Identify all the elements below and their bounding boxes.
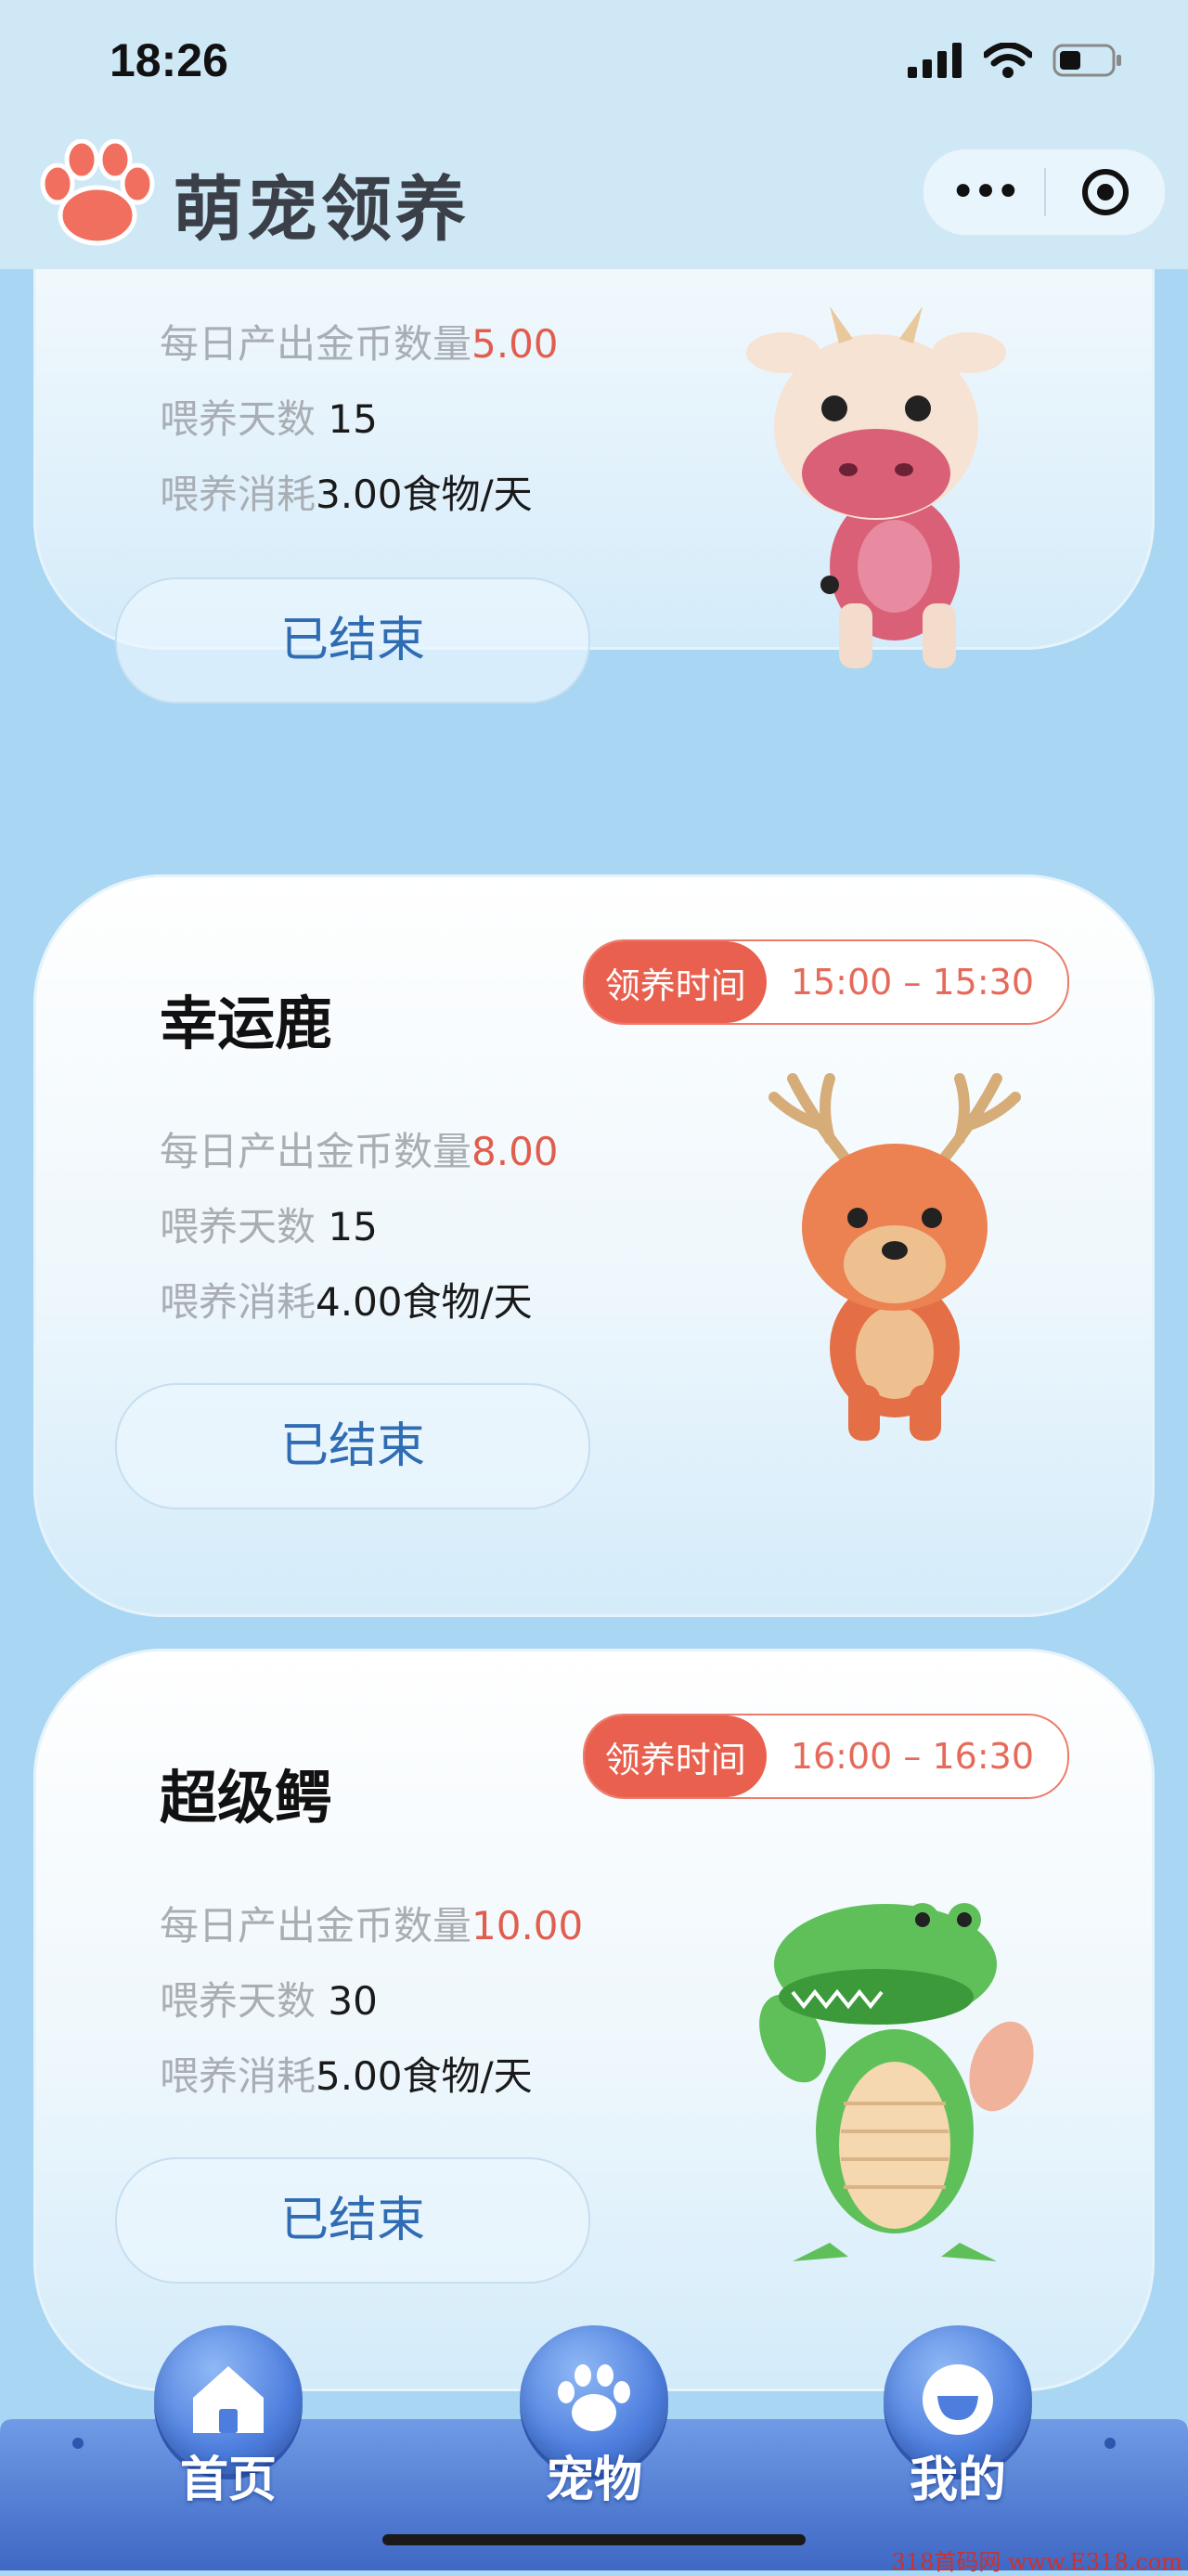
pet-stats: 每日产出金币数量5.00 喂养天数 15 喂养消耗3.00食物/天	[160, 306, 559, 532]
home-indicator	[382, 2534, 806, 2545]
paw-icon	[558, 2364, 630, 2431]
status-icons	[908, 43, 1123, 78]
deer-icon	[768, 1073, 1021, 1441]
pet-name: 幸运鹿	[160, 990, 333, 1057]
adopt-time-value: 15:00 – 15:30	[790, 962, 1034, 1003]
daily-output-row: 每日产出金币数量10.00	[160, 1903, 584, 1948]
pet-stats: 每日产出金币数量10.00 喂养天数 30 喂养消耗5.00食物/天	[160, 1888, 583, 2114]
tab-mine-label: 我的	[909, 2453, 1006, 2508]
more-menu-button[interactable]: •••	[923, 155, 1044, 229]
feed-days-row: 喂养天数 15	[160, 1204, 378, 1249]
adopt-ended-button[interactable]: 已结束	[115, 1383, 590, 1509]
pet-card: 幸运鹿 领养时间 15:00 – 15:30 每日产出金币数量8.00 喂养天数…	[33, 874, 1155, 1617]
nav-bar: 萌宠领养 •••	[0, 130, 1188, 269]
daily-output-row: 每日产出金币数量8.00	[160, 1129, 559, 1174]
target-icon	[1082, 169, 1129, 215]
tab-home-label: 首页	[179, 2453, 277, 2508]
status-bar: 18:26	[0, 0, 1188, 130]
adopt-time-label: 领养时间	[584, 1715, 767, 1797]
mini-program-capsule: •••	[923, 149, 1166, 236]
status-time: 18:26	[110, 34, 228, 86]
feed-days-row: 喂养天数 30	[160, 1978, 378, 2024]
battery-icon	[1052, 44, 1121, 77]
feed-cost-row: 喂养消耗4.00食物/天	[160, 1279, 533, 1325]
adopt-ended-button[interactable]: 已结束	[115, 2157, 590, 2284]
feed-cost-row: 喂养消耗3.00食物/天	[160, 472, 533, 517]
pet-card: 每日产出金币数量5.00 喂养天数 15 喂养消耗3.00食物/天 已结束	[33, 269, 1155, 704]
pet-name: 超级鳄	[160, 1764, 333, 1832]
feed-cost-row: 喂养消耗5.00食物/天	[160, 2053, 533, 2099]
app-title: 萌宠领养	[173, 168, 470, 251]
wifi-icon	[984, 43, 1032, 78]
cellular-signal-icon	[908, 43, 962, 78]
home-icon	[193, 2366, 264, 2433]
pet-stats: 每日产出金币数量8.00 喂养天数 15 喂养消耗4.00食物/天	[160, 1114, 559, 1340]
adopt-time-label: 领养时间	[584, 941, 767, 1023]
feed-days-row: 喂养天数 15	[160, 396, 378, 442]
adopt-time-value: 16:00 – 16:30	[790, 1736, 1034, 1777]
cow-icon	[746, 306, 1006, 668]
pet-list: 每日产出金币数量5.00 喂养天数 15 喂养消耗3.00食物/天 已结束 幸运…	[0, 269, 1188, 2570]
pet-card: 超级鳄 领养时间 16:00 – 16:30 每日产出金币数量10.00 喂养天…	[33, 1649, 1155, 2391]
crocodile-icon	[759, 1903, 1034, 2261]
tab-mine[interactable]: 我的	[856, 2325, 1060, 2508]
adopt-time-tag: 领养时间 15:00 – 15:30	[582, 939, 1069, 1025]
paw-logo-icon	[40, 139, 155, 246]
close-mini-program-button[interactable]	[1046, 166, 1165, 218]
tab-home[interactable]: 首页	[126, 2325, 330, 2508]
adopt-ended-button[interactable]: 已结束	[115, 577, 590, 704]
daily-output-row: 每日产出金币数量5.00	[160, 321, 559, 367]
profile-icon	[923, 2364, 993, 2435]
adopt-time-tag: 领养时间 16:00 – 16:30	[582, 1714, 1069, 1799]
tab-pet[interactable]: 宠物	[492, 2325, 696, 2508]
watermark: 318首码网 www.E318.com	[891, 2549, 1182, 2575]
tab-pet-label: 宠物	[545, 2453, 642, 2508]
